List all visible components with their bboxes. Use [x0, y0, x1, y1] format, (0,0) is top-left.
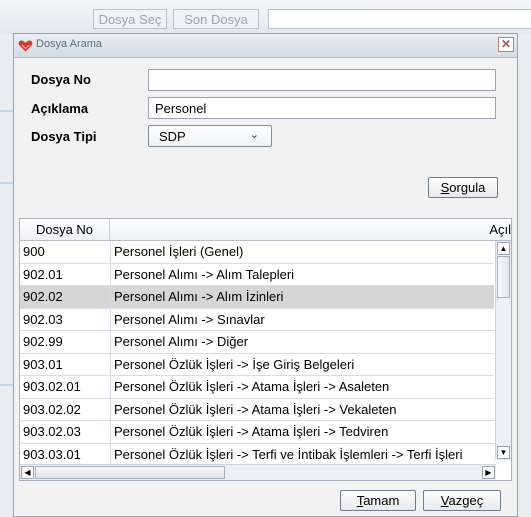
chevron-down-icon: ⌄ — [249, 129, 259, 141]
cell-aciklama: Personel Özlük İşleri -> Atama İşleri ->… — [110, 398, 397, 420]
vertical-scroll-thumb[interactable] — [497, 256, 510, 298]
vazgec-button[interactable]: Vazgeç — [423, 490, 501, 511]
cell-aciklama: Personel Özlük İşleri -> İşe Giriş Belge… — [110, 353, 354, 375]
dialog-titlebar[interactable]: Dosya Arama ✕ — [14, 34, 517, 58]
table-row[interactable]: 902.99 Personel Alımı -> Diğer — [20, 331, 494, 354]
cell-dosya-no: 902.01 — [23, 266, 63, 282]
table-row[interactable]: 902.02 Personel Alımı -> Alım İzinleri — [20, 286, 494, 309]
scroll-up-icon[interactable]: ▲ — [497, 242, 510, 255]
dosya-tipi-value: SDP — [159, 129, 186, 144]
vazgec-mnemonic: V — [440, 493, 449, 508]
vertical-scrollbar[interactable]: ▲ ▼ — [495, 241, 511, 460]
table-row[interactable]: 902.01 Personel Alımı -> Alım Talepleri — [20, 263, 494, 286]
dosya-no-input[interactable] — [148, 69, 496, 91]
aciklama-input[interactable] — [148, 97, 496, 119]
background-input[interactable] — [268, 9, 531, 29]
aciklama-label: Açıklama — [31, 101, 89, 116]
cell-dosya-no: 903.02.02 — [23, 401, 81, 417]
cell-dosya-no: 902.99 — [23, 334, 63, 349]
vazgec-label: azgeç — [448, 493, 484, 508]
file-search-dialog: Dosya Arama ✕ Dosya No Açıklama Dosya Ti… — [13, 33, 518, 517]
scroll-left-icon[interactable]: ◀ — [21, 466, 34, 479]
column-header-dosya-no[interactable]: Dosya No — [20, 219, 110, 240]
cell-aciklama: Personel Özlük İşleri -> Atama İşleri ->… — [110, 421, 388, 443]
scroll-right-icon[interactable]: ▶ — [482, 466, 495, 479]
table-row[interactable]: 903.03.01 Personel Özlük İşleri -> Terfi … — [20, 443, 494, 466]
cell-dosya-no: 902.03 — [23, 311, 63, 327]
table-row[interactable]: 903.02.01 Personel Özlük İşleri -> Atama … — [20, 376, 494, 399]
tamam-button[interactable]: Tamam — [340, 490, 416, 511]
tamam-label: amam — [363, 493, 400, 508]
table-row[interactable]: 903.01 Personel Özlük İşleri -> İşe Giriş… — [20, 353, 494, 376]
sorgula-mnemonic: S — [440, 180, 450, 195]
column-header-aciklama[interactable]: Açıl — [110, 219, 511, 240]
close-icon[interactable]: ✕ — [498, 37, 514, 52]
table-body: 900 Personel İşleri (Genel) 902.01 Personel… — [20, 241, 494, 480]
background-divider — [0, 182, 14, 184]
results-table: Dosya No Açıl 900 Personel İşleri (Genel)… — [19, 218, 512, 481]
cell-dosya-no: 903.02.01 — [23, 379, 81, 394]
sorgula-label: orgula — [449, 180, 486, 195]
dosya-tipi-label: Dosya Tipi — [31, 129, 97, 144]
cell-aciklama: Personel Özlük İşleri -> Atama İşleri ->… — [110, 376, 389, 398]
table-row[interactable]: 900 Personel İşleri (Genel) — [20, 241, 494, 264]
background-divider — [0, 110, 14, 112]
cell-dosya-no: 903.03.01 — [23, 446, 81, 462]
cell-dosya-no: 903.02.03 — [23, 424, 81, 439]
table-row[interactable]: 902.03 Personel Alımı -> Sınavlar — [20, 308, 494, 331]
tab-dosya-sec[interactable]: Dosya Seç — [93, 9, 167, 29]
cell-aciklama: Personel Özlük İşleri -> Terfi ve İntiba… — [110, 443, 462, 465]
dosya-tipi-select[interactable]: SDP ⌄ — [148, 125, 272, 147]
table-row[interactable]: 903.02.02 Personel Özlük İşleri -> Atama … — [20, 398, 494, 421]
cell-dosya-no: 902.02 — [23, 289, 63, 304]
cell-aciklama: Personel Alımı -> Alım Talepleri — [110, 263, 294, 285]
tab-son-dosya[interactable]: Son Dosya — [173, 9, 259, 29]
table-row[interactable]: 903.02.03 Personel Özlük İşleri -> Atama … — [20, 421, 494, 444]
cell-aciklama: Personel Alımı -> Sınavlar — [110, 308, 265, 330]
dialog-title: Dosya Arama — [36, 38, 103, 50]
cell-aciklama: Personel Alımı -> Alım İzinleri — [110, 286, 283, 308]
table-header: Dosya No Açıl — [20, 219, 511, 241]
cell-dosya-no: 903.01 — [23, 356, 63, 372]
background-divider — [0, 384, 14, 386]
horizontal-scrollbar[interactable]: ◀ ▶ — [20, 464, 496, 480]
scroll-down-icon[interactable]: ▼ — [497, 446, 510, 459]
horizontal-scroll-thumb[interactable] — [35, 466, 225, 479]
cell-aciklama: Personel Alımı -> Diğer — [110, 331, 248, 353]
cell-aciklama: Personel İşleri (Genel) — [110, 241, 243, 263]
cell-dosya-no: 900 — [23, 244, 45, 259]
dosya-no-label: Dosya No — [31, 72, 91, 87]
app-heart-icon — [18, 40, 33, 52]
sorgula-button[interactable]: Sorgula — [428, 177, 498, 198]
